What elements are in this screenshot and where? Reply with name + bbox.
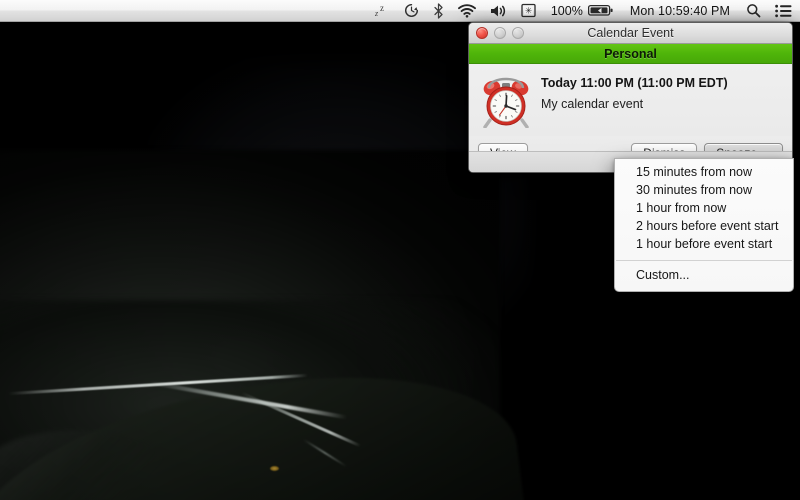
time-machine-icon[interactable] (397, 0, 426, 22)
battery-icon[interactable] (586, 0, 621, 22)
window-controls (476, 27, 524, 39)
alert-text-block: Today 11:00 PM (11:00 PM EDT) My calenda… (531, 72, 782, 136)
menu-item-1-hour-before[interactable]: 1 hour before event start (615, 236, 793, 254)
zoom-button[interactable] (512, 27, 524, 39)
menu-item-2-hours-before[interactable]: 2 hours before event start (615, 218, 793, 236)
svg-text:z: z (380, 4, 384, 13)
snooze-dropdown-menu: 15 minutes from now 30 minutes from now … (614, 158, 794, 292)
calendar-name-banner: Personal (469, 44, 792, 64)
wifi-icon[interactable] (451, 0, 483, 22)
sleep-indicator-icon[interactable]: z z (367, 0, 397, 22)
close-button[interactable] (476, 27, 488, 39)
bluetooth-icon[interactable] (426, 0, 451, 22)
minimize-button[interactable] (494, 27, 506, 39)
menu-item-15-minutes[interactable]: 15 minutes from now (615, 164, 793, 182)
menu-item-custom[interactable]: Custom... (615, 267, 793, 285)
window-title: Calendar Event (587, 26, 674, 40)
event-title: My calendar event (541, 97, 644, 111)
volume-icon[interactable] (483, 0, 514, 22)
alert-content: Today 11:00 PM (11:00 PM EDT) My calenda… (469, 64, 792, 136)
window-titlebar[interactable]: Calendar Event (469, 23, 792, 44)
menu-item-30-minutes[interactable]: 30 minutes from now (615, 182, 793, 200)
menu-bar: z z ✳ 100% Mon 10:59:40 PM (0, 0, 800, 22)
calendar-menu-icon[interactable]: ✳ (514, 0, 543, 22)
calendar-name-label: Personal (604, 46, 657, 61)
battery-percent-label: 100% (550, 3, 583, 18)
calendar-event-alert-window: Calendar Event Personal Today 11:00 PM (… (468, 22, 793, 173)
event-time: Today 11:00 PM (11:00 PM EDT) (541, 76, 728, 90)
svg-text:✳: ✳ (525, 5, 533, 15)
svg-text:z: z (374, 9, 379, 18)
search-icon[interactable] (739, 0, 768, 22)
alarm-clock-icon (481, 74, 531, 129)
menu-separator (616, 260, 792, 261)
menubar-clock[interactable]: Mon 10:59:40 PM (621, 0, 739, 22)
notification-center-icon[interactable] (768, 0, 794, 22)
menu-item-1-hour-from-now[interactable]: 1 hour from now (615, 200, 793, 218)
